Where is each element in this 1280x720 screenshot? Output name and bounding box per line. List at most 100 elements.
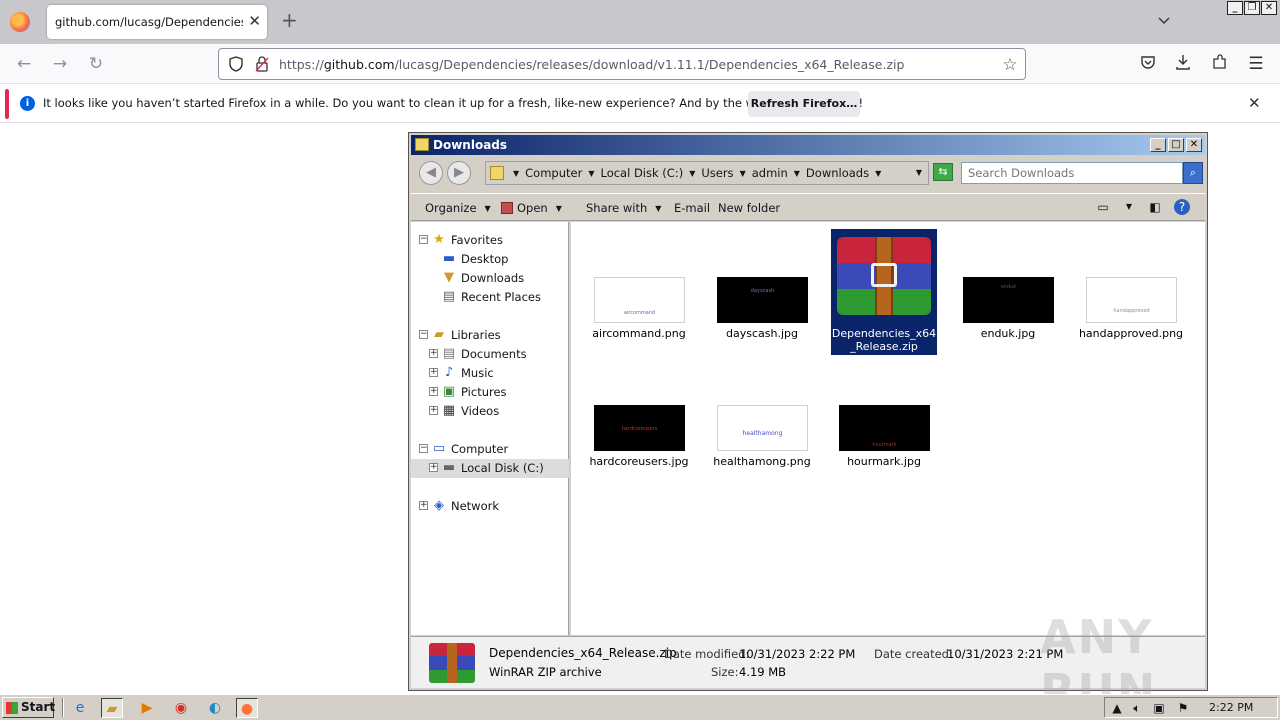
minimize-button[interactable]: _	[1227, 1, 1243, 15]
file-name: Dependencies_x64_Release.zip	[831, 327, 937, 353]
breadcrumb-arrow-icon[interactable]: ▼	[791, 166, 803, 181]
nav-desktop[interactable]: ▬ Desktop	[411, 250, 569, 269]
search-icon[interactable]: ⌕	[1183, 162, 1203, 184]
extensions-icon[interactable]	[1210, 54, 1230, 74]
collapse-icon[interactable]: −	[419, 235, 428, 244]
nav-downloads-label: Downloads	[461, 271, 525, 285]
breadcrumb-arrow-icon[interactable]: ▼	[872, 166, 884, 181]
expand-icon[interactable]: +	[429, 387, 438, 396]
breadcrumb-arrow-icon[interactable]: ▼	[686, 166, 698, 181]
menu-hamburger-icon[interactable]: ☰	[1246, 54, 1266, 74]
nav-computer[interactable]: − ▭ Computer	[411, 440, 569, 459]
help-icon[interactable]: ?	[1174, 199, 1190, 215]
file-item-selected[interactable]: Dependencies_x64_Release.zip	[831, 229, 937, 355]
thumbnail-text: aircommand	[623, 310, 656, 316]
explorer-back-icon[interactable]: ◀	[419, 161, 443, 185]
shield-icon[interactable]	[227, 56, 245, 74]
address-history-dropdown-icon[interactable]: ▼	[916, 168, 922, 177]
media-player-icon[interactable]: ▶	[136, 698, 158, 718]
edge-icon[interactable]: ◐	[204, 698, 226, 718]
back-arrow-icon[interactable]: ←	[14, 54, 34, 74]
open-button[interactable]: Open ▼	[501, 201, 562, 215]
list-all-tabs-chevron-down-icon[interactable]	[1158, 14, 1170, 26]
view-options-dropdown-icon[interactable]: ▼	[1120, 199, 1138, 215]
url-bar[interactable]: https://github.com/lucasg/Dependencies/r…	[218, 48, 1026, 80]
file-item[interactable]: hardcoreusers hardcoreusers.jpg	[586, 357, 692, 483]
expand-icon[interactable]: +	[419, 501, 428, 510]
network-status-icon[interactable]: ▣	[1151, 700, 1167, 716]
pocket-icon[interactable]	[1138, 54, 1158, 74]
forward-arrow-icon[interactable]: →	[50, 54, 70, 74]
notification-close-icon[interactable]: ✕	[1248, 94, 1261, 112]
start-button[interactable]: Start	[2, 697, 55, 718]
email-button[interactable]: E-mail	[674, 201, 710, 215]
explorer-taskbar-icon[interactable]: ▰	[101, 698, 123, 718]
breadcrumb-arrow-icon[interactable]: ▼	[585, 166, 597, 181]
change-view-icon[interactable]: ▭	[1094, 199, 1112, 215]
show-hidden-icons-icon[interactable]: ▲	[1109, 700, 1125, 716]
nav-music[interactable]: + ♪ Music	[411, 364, 569, 383]
nav-pictures[interactable]: + ▣ Pictures	[411, 383, 569, 402]
refresh-icon[interactable]: ⇆	[933, 163, 953, 181]
expand-icon[interactable]: +	[429, 406, 438, 415]
share-with-button[interactable]: Share with ▼	[586, 201, 661, 215]
file-item[interactable]: aircommand aircommand.png	[586, 229, 692, 355]
nav-network[interactable]: + ◈ Network	[411, 497, 569, 516]
explorer-minimize-button[interactable]: _	[1150, 138, 1166, 152]
explorer-forward-icon[interactable]: ▶	[447, 161, 471, 185]
expand-icon[interactable]: +	[429, 463, 438, 472]
organize-button[interactable]: Organize ▼	[425, 201, 491, 215]
breadcrumb-arrow-icon[interactable]: ▼	[737, 166, 749, 181]
breadcrumb-users[interactable]: Users	[698, 166, 736, 181]
reload-icon[interactable]: ↻	[86, 54, 106, 74]
nav-libraries[interactable]: − ▰ Libraries	[411, 326, 569, 345]
firefox-taskbar-icon[interactable]: ●	[236, 698, 258, 718]
action-center-flag-icon[interactable]: ⚑	[1175, 700, 1191, 716]
explorer-title-bar[interactable]: Downloads _ □ ✕	[411, 135, 1205, 155]
new-folder-button[interactable]: New folder	[718, 201, 780, 215]
browser-tab-active[interactable]: github.com/lucasg/Dependencies/releases/…	[47, 5, 267, 39]
new-tab-button[interactable]: +	[281, 10, 298, 30]
expand-icon[interactable]: +	[429, 349, 438, 358]
search-input-box[interactable]	[961, 162, 1183, 184]
collapse-icon[interactable]: −	[419, 444, 428, 453]
nav-videos[interactable]: + ▦ Videos	[411, 402, 569, 421]
nav-desktop-label: Desktop	[461, 252, 509, 266]
clock[interactable]: 2:22 PM	[1209, 701, 1253, 714]
nav-favorites[interactable]: − ★ Favorites	[411, 231, 569, 250]
nav-downloads[interactable]: ▼ Downloads	[411, 269, 569, 288]
firefox-logo-icon[interactable]	[10, 12, 30, 32]
restore-button[interactable]: ❐	[1244, 1, 1260, 15]
breadcrumb-local-disk[interactable]: Local Disk (C:)	[597, 166, 686, 181]
breadcrumb-admin[interactable]: admin	[749, 166, 791, 181]
image-thumbnail: hardcoreusers	[594, 405, 685, 451]
internet-explorer-icon[interactable]: e	[69, 698, 91, 718]
breadcrumb-downloads[interactable]: Downloads	[803, 166, 872, 181]
file-item[interactable]: healthamong healthamong.png	[709, 357, 815, 483]
downloads-icon[interactable]	[1173, 54, 1193, 74]
file-item[interactable]: dayscash dayscash.jpg	[709, 229, 815, 355]
bookmark-star-icon[interactable]: ☆	[1001, 56, 1019, 74]
preview-pane-icon[interactable]: ◧	[1146, 199, 1164, 215]
close-button[interactable]: ✕	[1261, 1, 1277, 15]
lock-warning-icon[interactable]	[253, 56, 271, 74]
volume-icon[interactable]: 🔈︎	[1129, 700, 1145, 716]
nav-recent-places[interactable]: ▤ Recent Places	[411, 288, 569, 307]
search-input[interactable]	[962, 163, 1182, 183]
refresh-firefox-button[interactable]: Refresh Firefox…	[748, 91, 860, 117]
image-thumbnail: hourmark	[839, 405, 930, 451]
nav-documents[interactable]: + ▤ Documents	[411, 345, 569, 364]
chrome-icon[interactable]: ◉	[170, 698, 192, 718]
explorer-maximize-button[interactable]: □	[1168, 138, 1184, 152]
file-item[interactable]: hourmark hourmark.jpg	[831, 357, 937, 483]
collapse-icon[interactable]: −	[419, 330, 428, 339]
breadcrumb-root-arrow-icon[interactable]: ▼	[510, 166, 522, 181]
explorer-close-button[interactable]: ✕	[1186, 138, 1202, 152]
nav-local-disk[interactable]: + ▬ Local Disk (C:)	[411, 459, 569, 478]
breadcrumb[interactable]: ▼ Computer ▼ Local Disk (C:) ▼ Users ▼ a…	[485, 161, 929, 185]
breadcrumb-computer[interactable]: Computer	[522, 166, 585, 181]
tab-close-icon[interactable]: ✕	[248, 12, 261, 30]
expand-icon[interactable]: +	[429, 368, 438, 377]
file-item[interactable]: enduk enduk.jpg	[955, 229, 1061, 355]
file-item[interactable]: handapproved handapproved.png	[1078, 229, 1184, 355]
